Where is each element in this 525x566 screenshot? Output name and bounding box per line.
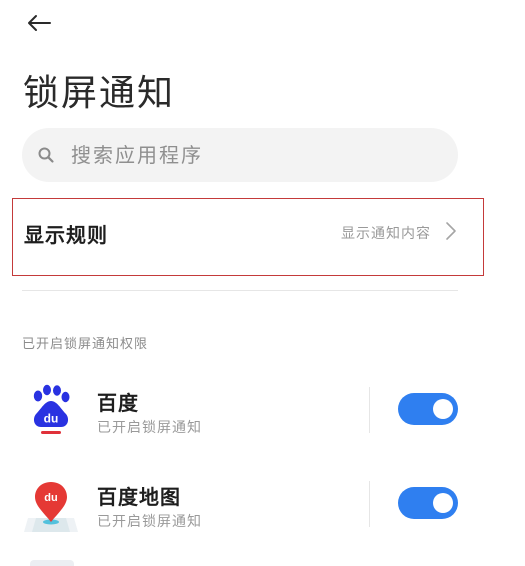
row-separator: [369, 481, 370, 527]
notification-toggle[interactable]: [398, 393, 458, 425]
row-separator: [369, 387, 370, 433]
display-rule-label: 显示规则: [24, 223, 108, 247]
search-icon: [37, 146, 55, 164]
section-header: 已开启锁屏通知权限: [22, 337, 149, 352]
app-status: 已开启锁屏通知: [97, 420, 202, 436]
section-divider: [22, 290, 458, 291]
search-input[interactable]: [69, 142, 433, 168]
toggle-knob: [433, 399, 453, 419]
baidu-map-icon: du: [24, 482, 78, 532]
search-bar[interactable]: [22, 128, 458, 182]
display-rule-row[interactable]: 显示规则 显示通知内容: [12, 198, 484, 276]
back-button[interactable]: [22, 8, 56, 38]
notification-toggle[interactable]: [398, 487, 458, 519]
display-rule-value: 显示通知内容: [341, 226, 431, 242]
chevron-right-icon: [446, 222, 456, 240]
app-status: 已开启锁屏通知: [97, 514, 202, 530]
svg-text:du: du: [44, 412, 59, 426]
app-icon-partial: [30, 560, 74, 566]
app-row-baidu: du 百度 已开启锁屏通知: [0, 384, 525, 454]
svg-text:du: du: [44, 492, 57, 504]
arrow-left-icon: [28, 15, 51, 31]
baidu-paw-icon: du: [33, 384, 70, 434]
page-title: 锁屏通知: [23, 73, 176, 114]
lock-screen-notification-page: 锁屏通知 显示规则 显示通知内容 已开启锁屏通知权限 du 百度 已: [0, 0, 525, 566]
app-name: 百度: [97, 391, 139, 415]
app-name: 百度地图: [97, 485, 181, 509]
toggle-knob: [433, 493, 453, 513]
app-row-baidu-map: du 百度地图 已开启锁屏通知: [0, 478, 525, 548]
